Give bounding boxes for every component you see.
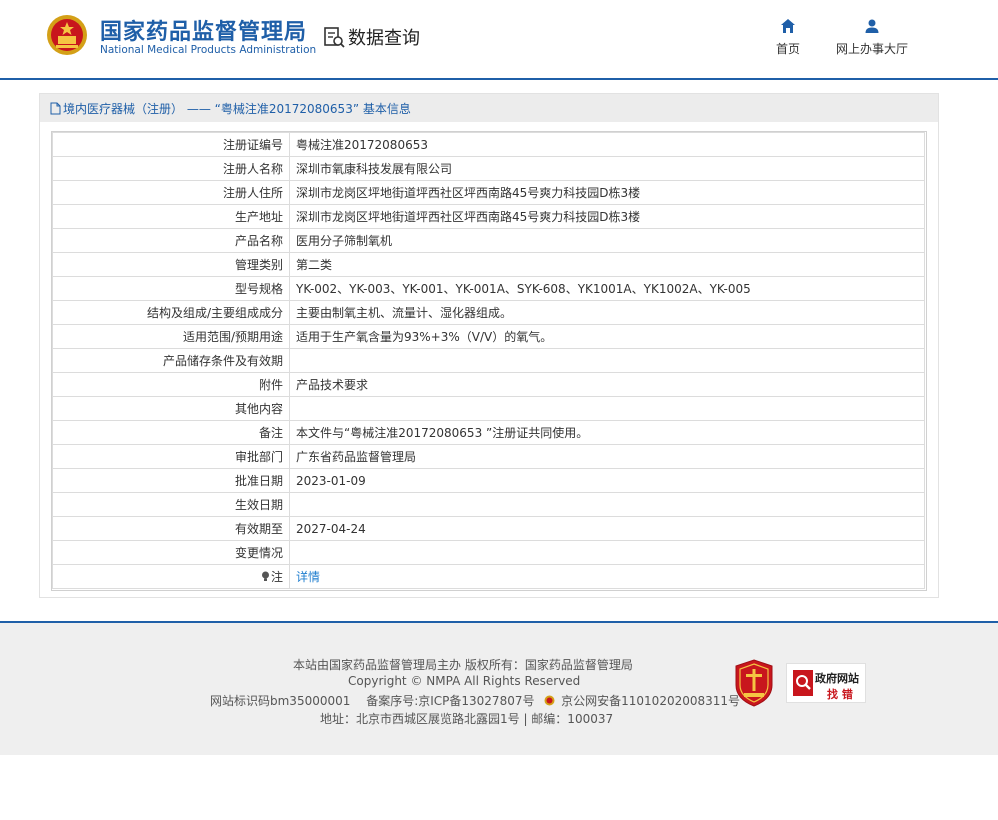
field-value: 产品技术要求 [289,372,925,397]
table-row: 生效日期 [52,492,925,517]
field-label: 注册人住所 [52,180,290,205]
panel-title: 境内医疗器械（注册） —— “粤械注准20172080653” 基本信息 [63,101,411,116]
table-row: 审批部门 广东省药品监督管理局 [52,444,925,469]
field-value: 适用于生产氧含量为93%+3%（V/V）的氧气。 [289,324,925,349]
footer-copyright: Copyright © NMPA All Rights Reserved [348,674,581,688]
home-icon [781,19,795,33]
table-row: 结构及组成/主要组成成分 主要由制氧主机、流量计、湿化器组成。 [52,300,925,325]
data-query-label: 数据查询 [348,28,420,49]
document-icon [50,102,61,114]
table-row: 有效期至 2027-04-24 [52,516,925,541]
table-row: 其他内容 [52,396,925,421]
table-row: 备注 本文件与“粤械注准20172080653 ”注册证共同使用。 [52,420,925,445]
gov-site-label: 政府网站 [815,672,859,685]
footer-public-security[interactable]: 京公网安备11010202008311号 [561,694,740,708]
field-label: 注册证编号 [52,132,290,157]
table-row: 型号规格 YK-002、YK-003、YK-001、YK-001A、SYK-608… [52,276,925,301]
table-row-note: 注 详情 [52,564,925,589]
site-footer: 本站由国家药品监督管理局主办 版权所有：国家药品监督管理局 Copyright … [0,621,998,755]
field-value: 2023-01-09 [289,468,925,493]
org-name-cn[interactable]: 国家药品监督管理局 [100,14,307,46]
field-value [289,348,925,373]
detail-table-wrapper: 注册证编号 粤械注准20172080653 注册人名称 深圳市氧康科技发展有限公司 注册… [51,131,927,591]
field-value: 医用分子筛制氧机 [289,228,925,253]
nav-home-label: 首页 [776,42,801,56]
table-row: 变更情况 [52,540,925,565]
field-value: 2027-04-24 [289,516,925,541]
field-value: 深圳市龙岗区坪地街道坪西社区坪西南路45号爽力科技园D栋3楼 [289,180,925,205]
find-error-label: 找 错 [827,688,853,701]
nav-online-hall[interactable]: 网上办事大厅 [836,18,908,57]
field-label: 型号规格 [52,276,290,301]
field-label: 审批部门 [52,444,290,469]
field-value [289,396,925,421]
note-label-cell: 注 [52,564,290,589]
field-label: 有效期至 [52,516,290,541]
table-row: 产品储存条件及有效期 [52,348,925,373]
site-header: 国家药品监督管理局 National Medical Products Admi… [0,0,998,80]
table-row: 附件 产品技术要求 [52,372,925,397]
detail-table: 注册证编号 粤械注准20172080653 注册人名称 深圳市氧康科技发展有限公司 注册… [52,132,925,589]
nav-home[interactable]: 首页 [776,18,800,57]
field-label: 其他内容 [52,396,290,421]
field-label: 产品名称 [52,228,290,253]
table-row: 产品名称 医用分子筛制氧机 [52,228,925,253]
user-icon [865,19,879,33]
details-link[interactable]: 详情 [296,570,320,584]
field-label: 附件 [52,372,290,397]
field-value: 深圳市氧康科技发展有限公司 [289,156,925,181]
national-emblem-logo[interactable] [46,14,88,56]
table-row: 批准日期 2023-01-09 [52,468,925,493]
org-name-en: National Medical Products Administration [100,44,317,56]
footer-sponsor: 本站由国家药品监督管理局主办 版权所有：国家药品监督管理局 [293,658,633,672]
panel-title-bar: 境内医疗器械（注册） —— “粤械注准20172080653” 基本信息 [40,94,938,122]
field-value: 本文件与“粤械注准20172080653 ”注册证共同使用。 [289,420,925,445]
field-value: 粤械注准20172080653 [289,132,925,157]
footer-address: 地址：北京市西城区展览路北露园1号 | 邮编：100037 [320,712,614,726]
field-value: 主要由制氧主机、流量计、湿化器组成。 [289,300,925,325]
field-label: 生产地址 [52,204,290,229]
field-value: 深圳市龙岗区坪地街道坪西社区坪西南路45号爽力科技园D栋3楼 [289,204,925,229]
field-label: 产品储存条件及有效期 [52,348,290,373]
document-search-icon [324,27,345,48]
nav-online-hall-label: 网上办事大厅 [836,42,909,56]
detail-panel: 境内医疗器械（注册） —— “粤械注准20172080653” 基本信息 注册证… [39,93,939,598]
police-badge-icon [544,695,555,706]
note-value-cell: 详情 [289,564,925,589]
field-label: 结构及组成/主要组成成分 [52,300,290,325]
field-label: 批准日期 [52,468,290,493]
table-row: 注册证编号 粤械注准20172080653 [52,132,925,157]
table-row: 注册人住所 深圳市龙岗区坪地街道坪西社区坪西南路45号爽力科技园D栋3楼 [52,180,925,205]
table-row: 适用范围/预期用途 适用于生产氧含量为93%+3%（V/V）的氧气。 [52,324,925,349]
field-label: 备注 [52,420,290,445]
field-value [289,540,925,565]
note-label: 注 [270,570,283,584]
field-value: 广东省药品监督管理局 [289,444,925,469]
party-government-badge-icon[interactable] [734,659,774,707]
lightbulb-icon [261,571,269,581]
error-report-magnifier-icon [793,670,813,696]
data-query-link[interactable]: 数据查询 [322,24,420,50]
footer-icp[interactable]: 网站标识码bm35000001 备案序号:京ICP备13027807号 [210,694,534,708]
footer-registration: 网站标识码bm35000001 备案序号:京ICP备13027807号 京公网安… [210,692,740,709]
field-value [289,492,925,517]
table-row: 注册人名称 深圳市氧康科技发展有限公司 [52,156,925,181]
field-label: 生效日期 [52,492,290,517]
field-label: 注册人名称 [52,156,290,181]
field-label: 变更情况 [52,540,290,565]
field-label: 管理类别 [52,252,290,277]
gov-site-error-report-badge[interactable]: 政府网站 找 错 [786,663,866,703]
field-value: YK-002、YK-003、YK-001、YK-001A、SYK-608、YK1… [289,276,925,301]
table-row: 管理类别 第二类 [52,252,925,277]
field-value: 第二类 [289,252,925,277]
field-label: 适用范围/预期用途 [52,324,290,349]
table-row: 生产地址 深圳市龙岗区坪地街道坪西社区坪西南路45号爽力科技园D栋3楼 [52,204,925,229]
